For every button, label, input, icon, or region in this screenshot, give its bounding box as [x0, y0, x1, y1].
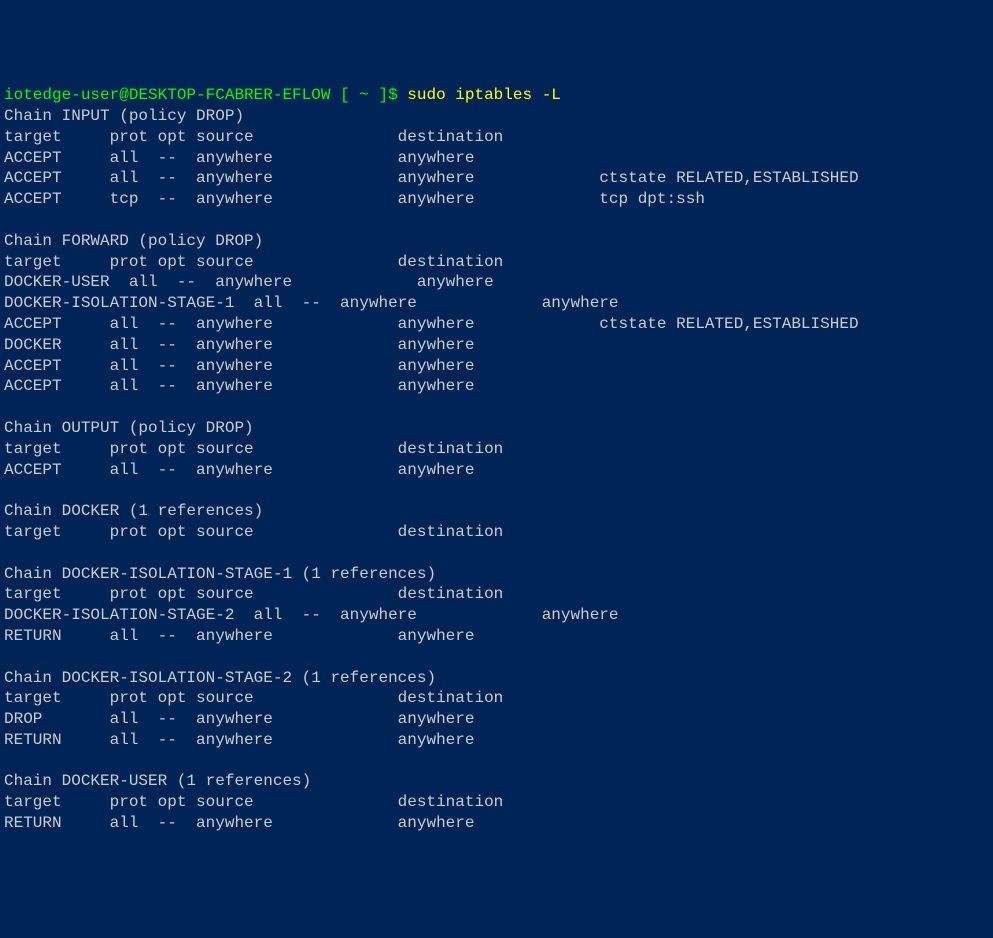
rule-line: ACCEPT all -- anywhere anywhere — [4, 460, 989, 481]
rule-line: ACCEPT all -- anywhere anywhere ctstate … — [4, 314, 989, 335]
chain-name: Chain DOCKER-USER (1 references) — [4, 771, 989, 792]
chain-name: Chain DOCKER-ISOLATION-STAGE-2 (1 refere… — [4, 668, 989, 689]
rule-line: RETURN all -- anywhere anywhere — [4, 813, 989, 834]
rule-line: ACCEPT all -- anywhere anywhere ctstate … — [4, 168, 989, 189]
chain-header: target prot opt source destination — [4, 522, 989, 543]
blank-line — [4, 480, 989, 501]
chain-header: target prot opt source destination — [4, 584, 989, 605]
command-text: sudo iptables -L — [407, 86, 561, 104]
rule-line: ACCEPT tcp -- anywhere anywhere tcp dpt:… — [4, 189, 989, 210]
blank-line — [4, 647, 989, 668]
prompt-path: [ ~ ]$ — [330, 86, 407, 104]
prompt-line: iotedge-user@DESKTOP-FCABRER-EFLOW [ ~ ]… — [4, 85, 989, 106]
rule-line: DROP all -- anywhere anywhere — [4, 709, 989, 730]
chain-name: Chain OUTPUT (policy DROP) — [4, 418, 989, 439]
chain-header: target prot opt source destination — [4, 792, 989, 813]
rule-line: RETURN all -- anywhere anywhere — [4, 730, 989, 751]
chain-name: Chain DOCKER-ISOLATION-STAGE-1 (1 refere… — [4, 564, 989, 585]
prompt-user: iotedge-user@DESKTOP-FCABRER-EFLOW — [4, 86, 330, 104]
rule-line: ACCEPT all -- anywhere anywhere — [4, 148, 989, 169]
chain-header: target prot opt source destination — [4, 688, 989, 709]
blank-line — [4, 751, 989, 772]
blank-line — [4, 543, 989, 564]
chain-header: target prot opt source destination — [4, 439, 989, 460]
rule-line: DOCKER all -- anywhere anywhere — [4, 335, 989, 356]
rule-line: DOCKER-ISOLATION-STAGE-2 all -- anywhere… — [4, 605, 989, 626]
blank-line — [4, 210, 989, 231]
rule-line: RETURN all -- anywhere anywhere — [4, 626, 989, 647]
rule-line: ACCEPT all -- anywhere anywhere — [4, 356, 989, 377]
chain-name: Chain FORWARD (policy DROP) — [4, 231, 989, 252]
terminal-output[interactable]: iotedge-user@DESKTOP-FCABRER-EFLOW [ ~ ]… — [4, 85, 989, 834]
rule-line: DOCKER-USER all -- anywhere anywhere — [4, 272, 989, 293]
chain-name: Chain DOCKER (1 references) — [4, 501, 989, 522]
chain-name: Chain INPUT (policy DROP) — [4, 106, 989, 127]
chain-header: target prot opt source destination — [4, 252, 989, 273]
chain-header: target prot opt source destination — [4, 127, 989, 148]
rule-line: DOCKER-ISOLATION-STAGE-1 all -- anywhere… — [4, 293, 989, 314]
blank-line — [4, 397, 989, 418]
rule-line: ACCEPT all -- anywhere anywhere — [4, 376, 989, 397]
